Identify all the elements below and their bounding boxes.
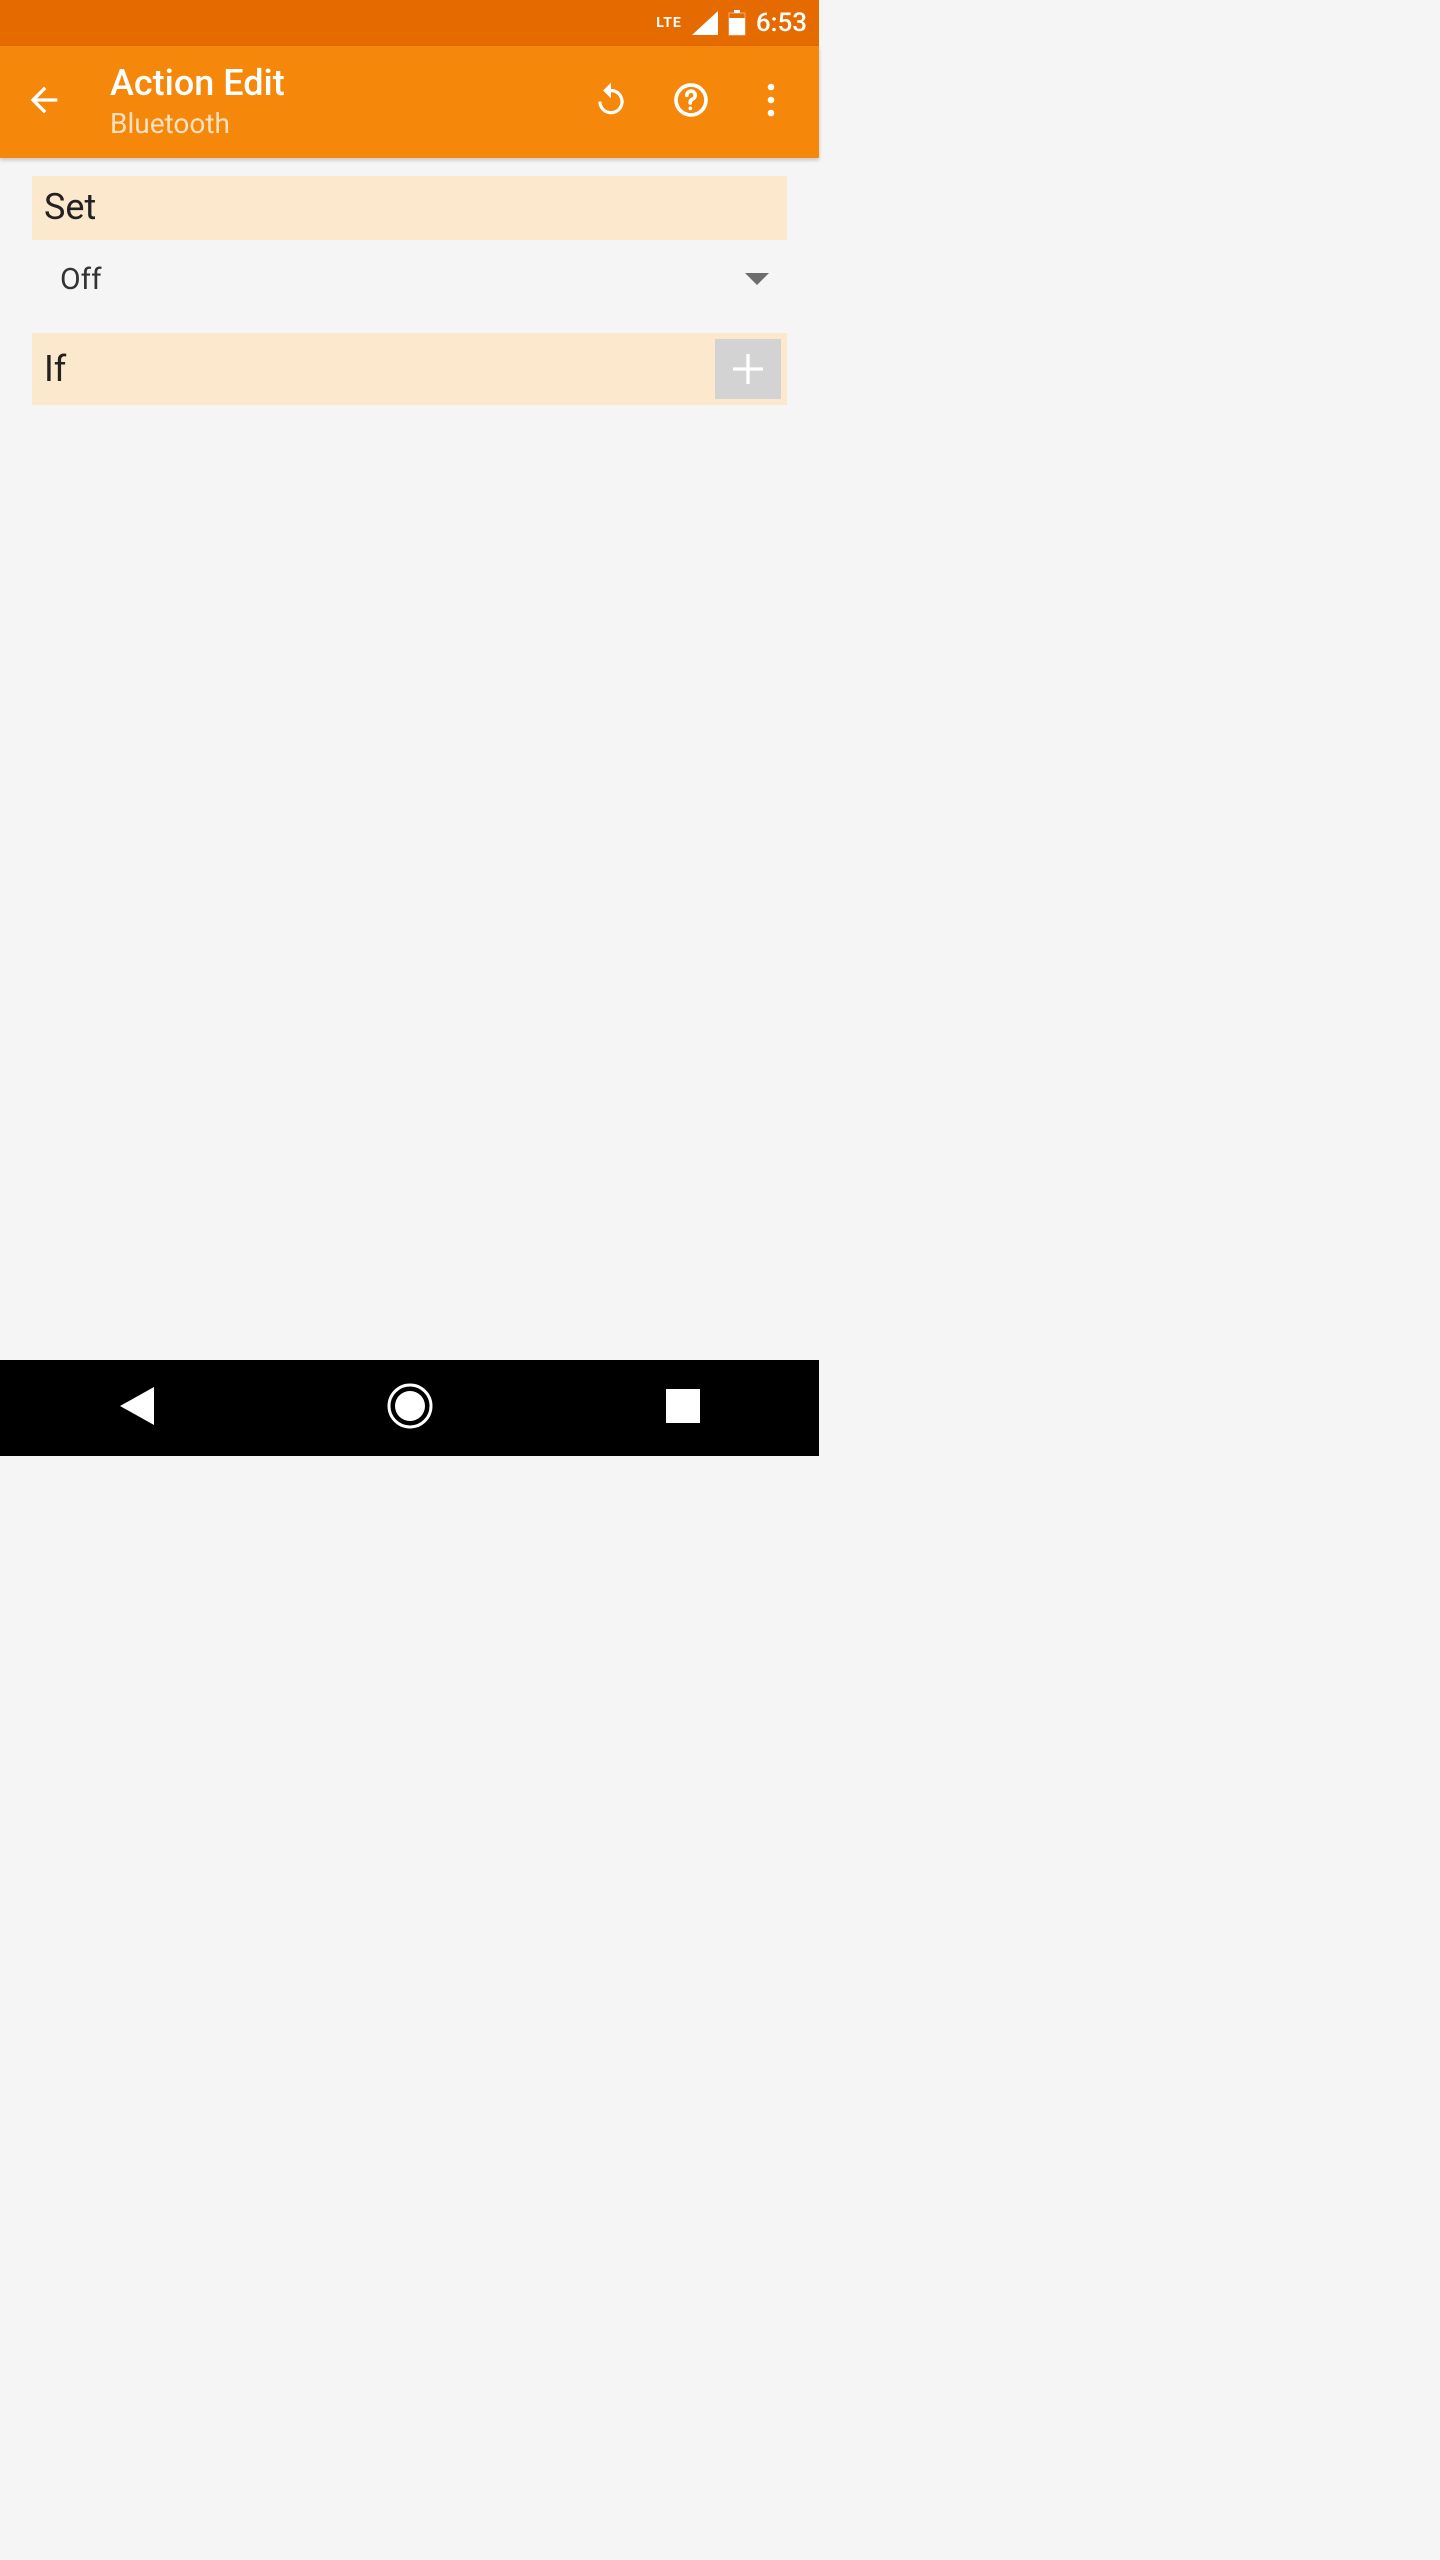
overflow-menu-button[interactable] <box>731 62 811 142</box>
nav-back-icon <box>120 1387 154 1429</box>
back-arrow-icon <box>24 80 64 124</box>
section-if-label: If <box>44 348 66 390</box>
undo-button[interactable] <box>571 62 651 142</box>
undo-icon <box>592 81 630 123</box>
content-area: Set Off If <box>0 158 819 1360</box>
action-icons <box>571 62 811 142</box>
nav-recent-button[interactable] <box>623 1360 743 1456</box>
help-button[interactable] <box>651 62 731 142</box>
back-button[interactable] <box>8 66 80 138</box>
battery-icon <box>728 10 746 36</box>
section-header-set: Set <box>32 176 787 240</box>
section-header-if: If <box>32 333 787 405</box>
nav-recent-icon <box>666 1389 700 1427</box>
action-bar: Action Edit Bluetooth <box>0 46 819 158</box>
dropdown-icon <box>745 273 769 287</box>
help-icon <box>671 80 711 124</box>
set-spinner[interactable]: Off <box>32 240 787 327</box>
more-vert-icon <box>767 83 775 121</box>
plus-icon <box>728 349 768 389</box>
nav-back-button[interactable] <box>77 1360 197 1456</box>
add-condition-button[interactable] <box>715 339 781 399</box>
nav-home-button[interactable] <box>350 1360 470 1456</box>
status-bar: LTE 6:53 <box>0 0 819 46</box>
page-subtitle: Bluetooth <box>110 107 571 140</box>
nav-home-icon <box>387 1383 433 1433</box>
network-lte-label: LTE <box>656 16 682 30</box>
section-set-label: Set <box>44 186 96 228</box>
signal-icon <box>692 11 718 35</box>
status-time: 6:53 <box>756 8 807 38</box>
titles: Action Edit Bluetooth <box>80 64 571 141</box>
set-spinner-value: Off <box>60 262 102 297</box>
system-nav-bar <box>0 1360 819 1456</box>
page-title: Action Edit <box>110 64 571 104</box>
